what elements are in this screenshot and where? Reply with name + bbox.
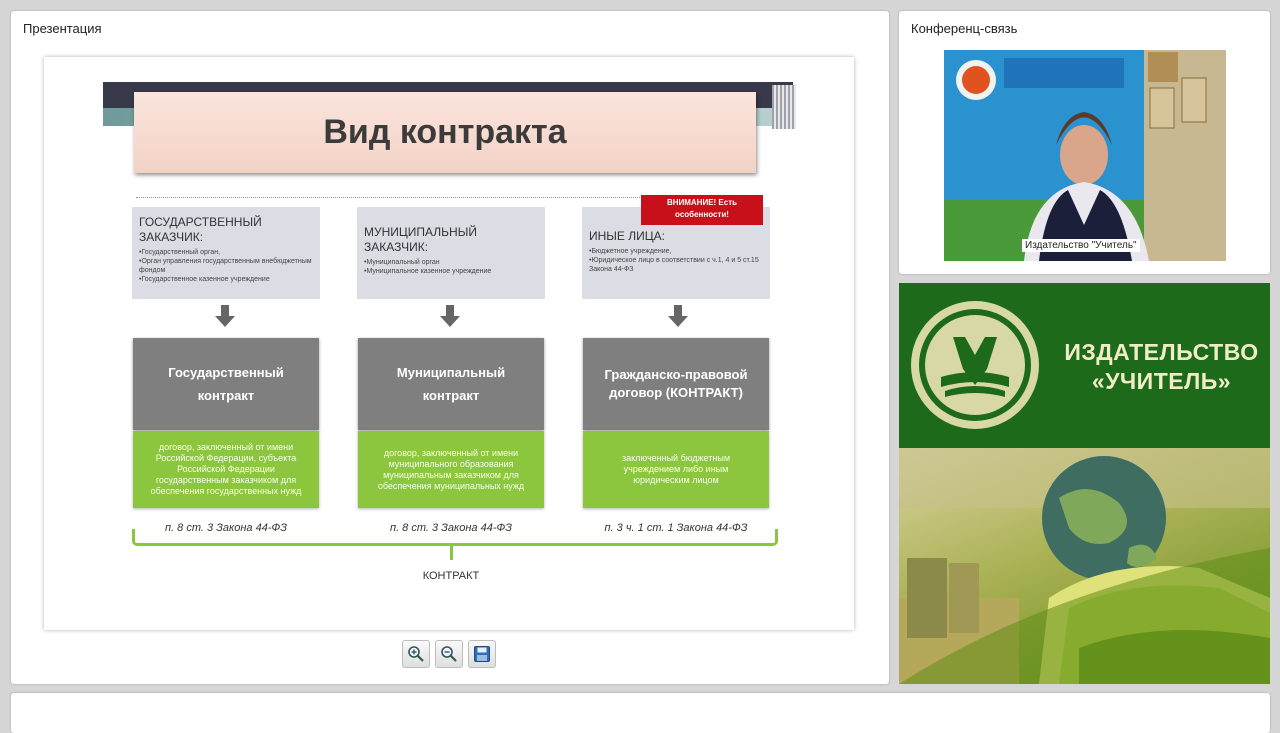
contract-description: договор, заключенный от имени Российской…: [133, 431, 319, 508]
presentation-title: Презентация: [23, 21, 102, 36]
video-feed[interactable]: Издательство "Учитель": [944, 50, 1226, 261]
down-arrow-icon: [668, 305, 688, 327]
publisher-name-line1: ИЗДАТЕЛЬСТВО: [1064, 339, 1259, 365]
category-item: •Государственное казенное учреждение: [139, 276, 270, 283]
zoom-in-icon: [408, 646, 424, 662]
contract-type-civil: Гражданско-правовой договор (КОНТРАКТ): [583, 338, 769, 430]
slide-heading: Вид контракта: [134, 92, 756, 173]
save-icon: [474, 646, 490, 662]
books-globe-illustration: [899, 448, 1270, 684]
summary-brace: [132, 529, 778, 546]
banner-image: [899, 448, 1270, 684]
down-arrow-icon: [215, 305, 235, 327]
conference-title: Конференц-связь: [911, 21, 1018, 36]
category-item: •Муниципальное казенное учреждение: [364, 268, 492, 275]
category-item: •Юридическое лицо в соответствии с ч.1, …: [589, 257, 759, 273]
publisher-banner: ИЗДАТЕЛЬСТВО «УЧИТЕЛЬ»: [899, 283, 1270, 684]
publisher-logo-icon: [911, 301, 1039, 429]
zoom-out-button[interactable]: [435, 640, 463, 668]
category-title: ГОСУДАРСТВЕННЫЙ ЗАКАЗЧИК:: [139, 215, 262, 244]
category-item: •Орган управления государственным внебюд…: [139, 258, 312, 274]
presenter-video-image: [944, 50, 1226, 261]
category-title: ИНЫЕ ЛИЦА:: [589, 229, 665, 243]
category-item: •Муниципальный орган: [364, 259, 440, 266]
bottom-panel: [11, 693, 1270, 733]
category-item: •Бюджетное учреждение,: [589, 248, 672, 255]
slide-header-stripes: [772, 85, 796, 129]
summary-brace-stem: [450, 544, 453, 560]
publisher-name: ИЗДАТЕЛЬСТВО «УЧИТЕЛЬ»: [1059, 338, 1264, 396]
contract-type-state: Государственный контракт: [133, 338, 319, 430]
zoom-in-button[interactable]: [402, 640, 430, 668]
video-caption: Издательство "Учитель": [1022, 239, 1140, 252]
category-item: •Государственный орган,: [139, 249, 221, 256]
summary-label: КОНТРАКТ: [422, 570, 480, 582]
category-title: МУНИЦИПАЛЬНЫЙ ЗАКАЗЧИК:: [364, 225, 477, 254]
zoom-out-icon: [441, 646, 457, 662]
save-button[interactable]: [468, 640, 496, 668]
warning-badge: ВНИМАНИЕ! Есть особенности!: [641, 195, 763, 225]
category-box-municipal: МУНИЦИПАЛЬНЫЙ ЗАКАЗЧИК: •Муниципальный о…: [357, 207, 545, 299]
contract-description: договор, заключенный от имени муниципаль…: [358, 431, 544, 508]
contract-description: заключенный бюджетным учреждением либо и…: [583, 431, 769, 508]
banner-header: ИЗДАТЕЛЬСТВО «УЧИТЕЛЬ»: [899, 283, 1270, 448]
conference-panel: Конференц-связь Издательство "Учитель": [899, 11, 1270, 274]
slide: Вид контракта ГОСУДАРСТВЕННЫЙ ЗАКАЗЧИК: …: [44, 57, 854, 630]
down-arrow-icon: [440, 305, 460, 327]
contract-type-municipal: Муниципальный контракт: [358, 338, 544, 430]
publisher-name-line2: «УЧИТЕЛЬ»: [1091, 368, 1232, 394]
presentation-panel: Презентация Вид контракта ГОСУДАРСТВЕННЫ…: [11, 11, 889, 684]
category-box-state: ГОСУДАРСТВЕННЫЙ ЗАКАЗЧИК: •Государственн…: [132, 207, 320, 299]
